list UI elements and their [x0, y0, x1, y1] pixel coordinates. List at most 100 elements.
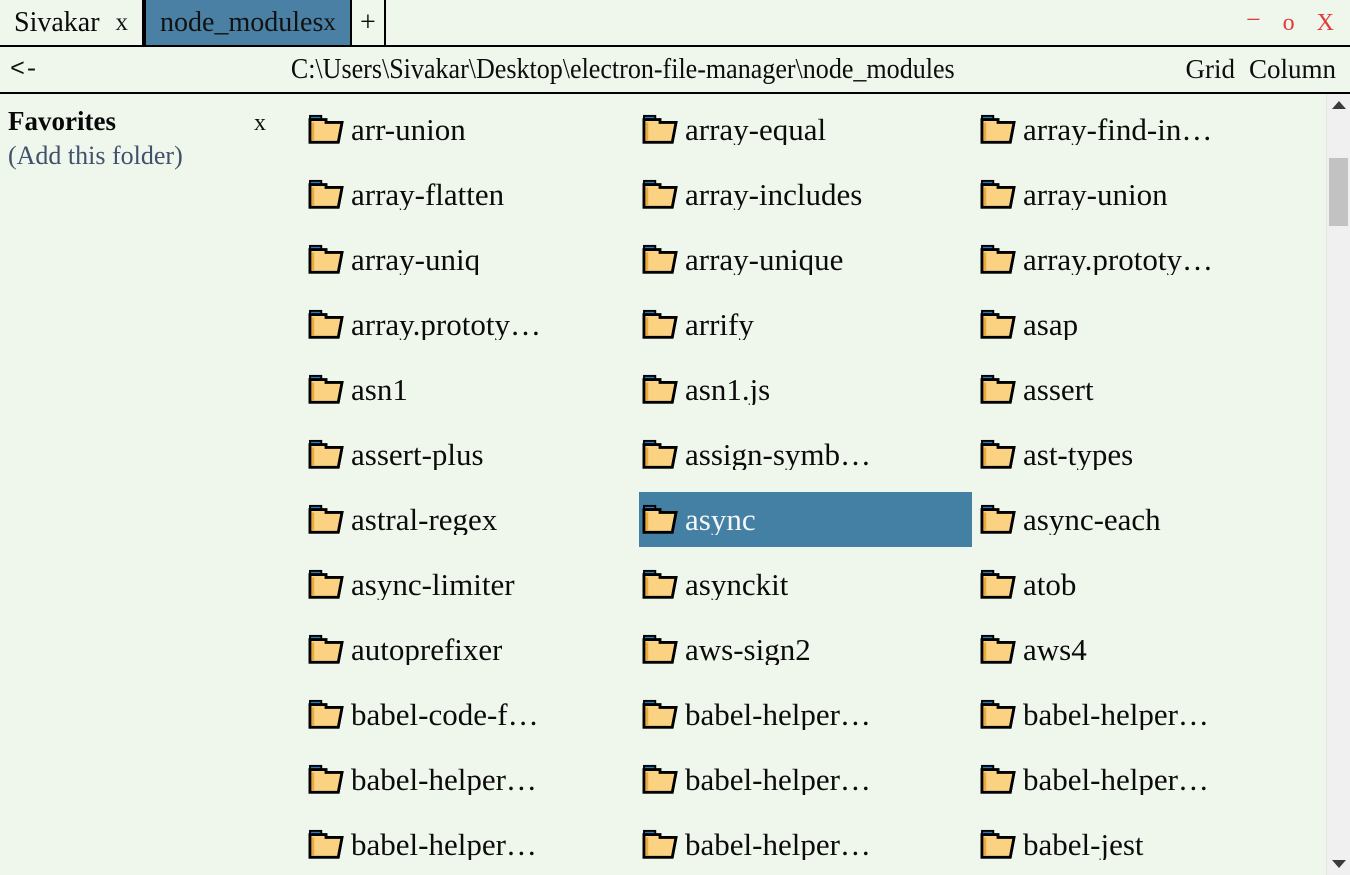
path-display[interactable]: C:\Users\Sivakar\Desktop\electron-file-m… [99, 54, 1146, 86]
file-item[interactable]: babel-helper… [977, 752, 1350, 807]
file-item-label: babel-helper… [685, 829, 871, 860]
new-tab-button[interactable]: + [351, 0, 386, 45]
file-item[interactable]: assert-plus [305, 427, 639, 482]
scroll-down-arrow[interactable] [1327, 853, 1350, 875]
tab-close-button[interactable]: x [323, 10, 336, 35]
file-item-label: aws-sign2 [685, 634, 811, 665]
file-item[interactable]: async [639, 492, 972, 547]
view-mode-column-button[interactable]: Column [1249, 54, 1336, 85]
vertical-scrollbar[interactable] [1326, 94, 1350, 875]
folder-icon [980, 764, 1016, 794]
file-item-label: arr-union [351, 114, 466, 145]
folder-icon [980, 439, 1016, 469]
folder-icon [642, 504, 678, 534]
favorites-header: Favorites x [8, 106, 270, 137]
view-mode-grid-button[interactable]: Grid [1185, 54, 1235, 85]
file-item[interactable]: babel-helper… [639, 817, 977, 872]
file-item-label: atob [1023, 569, 1077, 600]
folder-icon [980, 244, 1016, 274]
tab-inactive-0[interactable]: Sivakar x [0, 0, 145, 45]
file-item[interactable]: autoprefixer [305, 622, 639, 677]
file-item[interactable]: arrify [639, 297, 977, 352]
file-item[interactable]: babel-code-f… [305, 687, 639, 742]
maximize-button[interactable]: o [1283, 11, 1295, 35]
file-item-label: asynckit [685, 569, 789, 600]
file-item-label: asn1.js [685, 374, 771, 405]
tab-bar-spacer [386, 0, 1246, 45]
back-button[interactable]: <- [0, 55, 60, 84]
folder-icon [642, 309, 678, 339]
file-item[interactable]: array-find-in… [977, 102, 1350, 157]
file-item[interactable]: aws4 [977, 622, 1350, 677]
folder-icon [980, 179, 1016, 209]
file-item[interactable]: array-uniq [305, 232, 639, 287]
file-item[interactable]: babel-helper… [639, 752, 977, 807]
tab-active-1[interactable]: node_modules x [144, 0, 352, 45]
main-body: Favorites x (Add this folder) arr-union a… [0, 94, 1350, 875]
file-item-label: array-includes [685, 179, 863, 210]
file-item-label: assert-plus [351, 439, 484, 470]
file-item-label: array.prototy… [351, 309, 541, 340]
file-item[interactable]: asn1 [305, 362, 639, 417]
file-item[interactable]: atob [977, 557, 1350, 612]
file-grid-panel: arr-union array-equal array-find-in… array-… [290, 94, 1350, 875]
file-item[interactable]: array-unique [639, 232, 977, 287]
file-item-label: array-union [1023, 179, 1168, 210]
file-item-label: babel-helper… [1023, 699, 1209, 730]
folder-icon [980, 114, 1016, 144]
file-item[interactable]: babel-jest [977, 817, 1350, 872]
file-grid: arr-union array-equal array-find-in… array-… [305, 102, 1350, 875]
folder-icon [980, 504, 1016, 534]
file-item-label: array-uniq [351, 244, 481, 275]
tab-close-button[interactable]: x [116, 10, 129, 35]
folder-icon [980, 569, 1016, 599]
file-item[interactable]: array-equal [639, 102, 977, 157]
file-item[interactable]: array-union [977, 167, 1350, 222]
tab-list: Sivakar x node_modules x [0, 0, 352, 45]
minimize-button[interactable]: − [1246, 6, 1261, 33]
folder-icon [642, 829, 678, 859]
file-item[interactable]: async-limiter [305, 557, 639, 612]
file-item[interactable]: asynckit [639, 557, 977, 612]
file-item[interactable]: assert [977, 362, 1350, 417]
scrollbar-thumb[interactable] [1329, 158, 1348, 226]
file-item-label: ast-types [1023, 439, 1134, 470]
scroll-up-arrow[interactable] [1327, 94, 1350, 116]
folder-icon [642, 569, 678, 599]
folder-icon [642, 244, 678, 274]
file-item-label: babel-helper… [685, 764, 871, 795]
file-item[interactable]: array-includes [639, 167, 977, 222]
folder-icon [308, 374, 344, 404]
file-item-label: aws4 [1023, 634, 1087, 665]
file-item[interactable]: babel-helper… [305, 817, 639, 872]
file-item[interactable]: array.prototy… [305, 297, 639, 352]
file-item[interactable]: arr-union [305, 102, 639, 157]
file-item[interactable]: aws-sign2 [639, 622, 977, 677]
file-item[interactable]: babel-helper… [639, 687, 977, 742]
tab-label: node_modules [160, 6, 324, 38]
file-item-label: arrify [685, 309, 754, 340]
folder-icon [980, 829, 1016, 859]
file-item[interactable]: assign-symb… [639, 427, 977, 482]
add-this-folder-link[interactable]: (Add this folder) [8, 141, 290, 171]
folder-icon [642, 764, 678, 794]
file-item[interactable]: array.prototy… [977, 232, 1350, 287]
file-item[interactable]: asn1.js [639, 362, 977, 417]
folder-icon [308, 439, 344, 469]
file-item-label: babel-jest [1023, 829, 1144, 860]
file-item[interactable]: array-flatten [305, 167, 639, 222]
file-item-label: async-limiter [351, 569, 515, 600]
file-item[interactable]: ast-types [977, 427, 1350, 482]
file-item[interactable]: astral-regex [305, 492, 639, 547]
favorites-close-button[interactable]: x [254, 110, 270, 137]
folder-icon [980, 699, 1016, 729]
file-item[interactable]: babel-helper… [305, 752, 639, 807]
folder-icon [980, 374, 1016, 404]
folder-icon [642, 179, 678, 209]
file-item[interactable]: asap [977, 297, 1350, 352]
folder-icon [308, 244, 344, 274]
file-item[interactable]: babel-helper… [977, 687, 1350, 742]
file-item[interactable]: async-each [977, 492, 1350, 547]
scrollbar-track[interactable] [1327, 116, 1350, 853]
close-button[interactable]: X [1317, 11, 1334, 35]
